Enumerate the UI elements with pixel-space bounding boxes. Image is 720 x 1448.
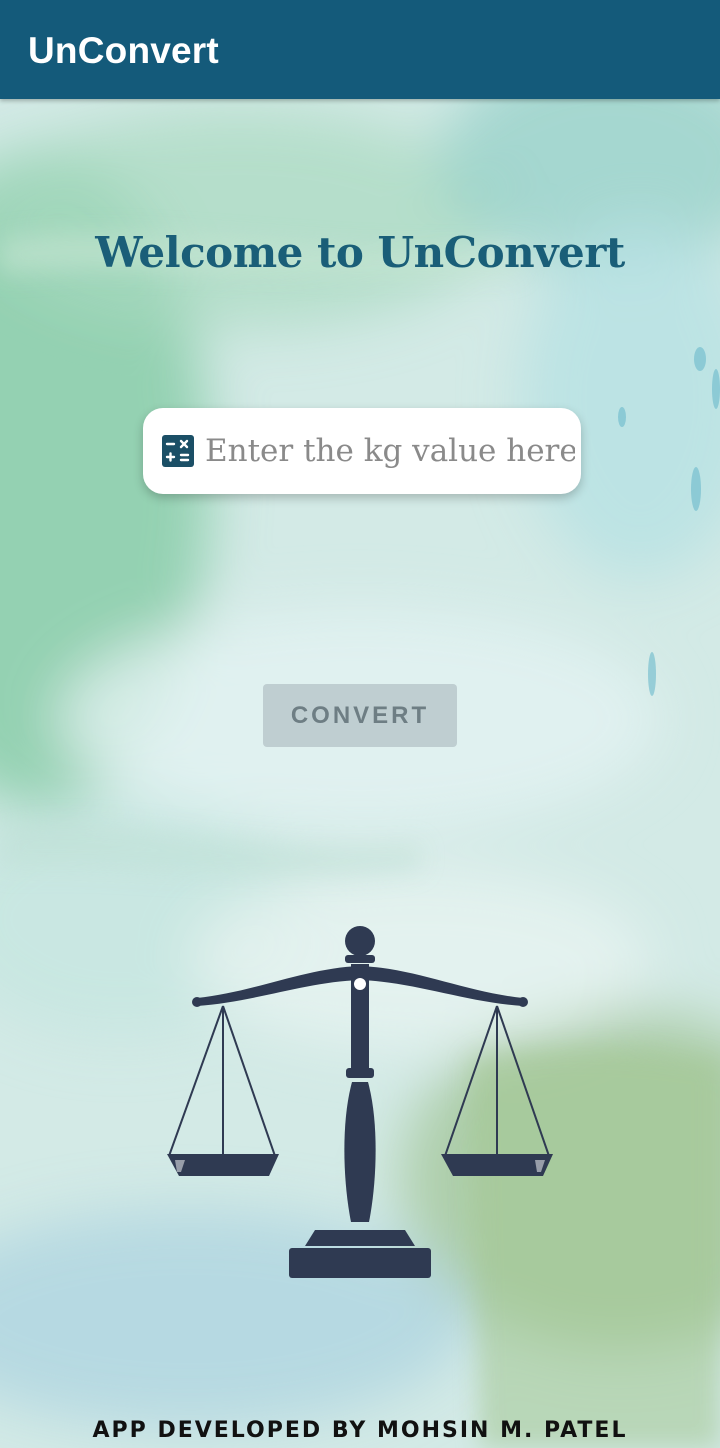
balance-scale-icon [167, 926, 553, 1278]
calculator-icon [162, 435, 194, 467]
convert-button[interactable]: CONVERT [263, 684, 457, 747]
developer-credit: APP DEVELOPED BY MOHSIN M. PATEL [92, 1418, 628, 1443]
app-title: UnConvert [28, 30, 219, 71]
kg-value-input[interactable] [205, 408, 575, 494]
kg-input-container[interactable] [143, 408, 581, 494]
welcome-heading: Welcome to UnConvert [95, 228, 625, 277]
app-bar: UnConvert [0, 0, 720, 99]
